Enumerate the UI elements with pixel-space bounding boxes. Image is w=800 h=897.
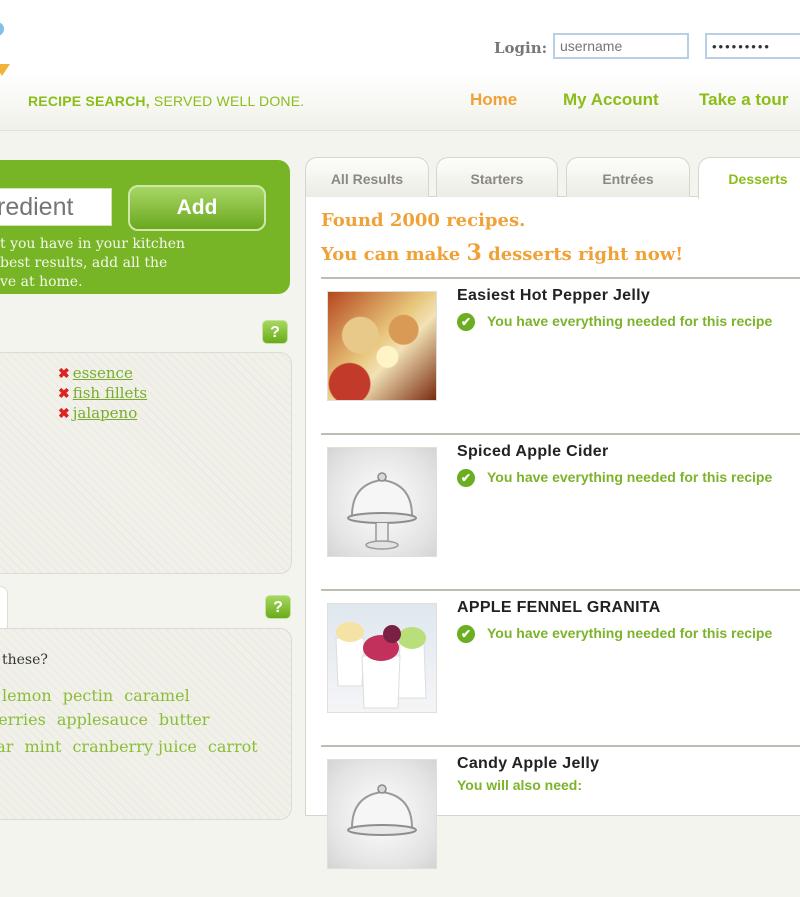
suggestion-link[interactable]: butter [159, 710, 210, 729]
recipe-status-text: You have everything needed for this reci… [487, 313, 773, 329]
search-help-line: ve at home. [0, 274, 83, 290]
recipe-result[interactable]: Easiest Hot Pepper Jelly ✔ You have every… [321, 277, 800, 429]
help-icon[interactable]: ? [265, 595, 291, 619]
password-input[interactable] [705, 33, 800, 59]
logo-accent-icon [0, 64, 10, 76]
cake-stand-icon [347, 472, 417, 550]
search-help-text: t you have in your kitchen best results,… [0, 235, 280, 292]
tagline: RECIPE SEARCH, SERVED WELL DONE. [28, 93, 304, 109]
recipe-result[interactable]: Spiced Apple Cider ✔ You have everything … [321, 433, 800, 585]
tab-entrees[interactable]: Entrées [566, 157, 690, 197]
recipe-thumbnail[interactable] [327, 447, 437, 557]
nav-account-link[interactable]: My Account [563, 90, 659, 110]
logo-icon [0, 22, 4, 36]
help-icon[interactable]: ? [262, 320, 288, 344]
suggestion-link[interactable]: cranberry juice [72, 737, 196, 756]
recipe-thumbnail[interactable] [327, 759, 437, 869]
suggestion-link[interactable]: gar [0, 737, 13, 756]
check-icon: ✔ [457, 313, 475, 332]
search-help-line: best results, add all the [0, 255, 168, 271]
tagline-rest: SERVED WELL DONE. [149, 93, 305, 109]
can-make-summary: You can make 3 desserts right now! [321, 240, 683, 266]
recipe-title[interactable]: Candy Apple Jelly [457, 755, 599, 773]
recipe-result[interactable]: Candy Apple Jelly You will also need: [321, 745, 800, 897]
ingredient-link[interactable]: jalapeno [73, 404, 138, 422]
check-icon: ✔ [457, 469, 475, 488]
recipe-status: You will also need: [457, 777, 582, 793]
recipe-status: ✔ You have everything needed for this rec… [457, 625, 773, 644]
header: RECIPE SEARCH, SERVED WELL DONE. Login: … [0, 0, 800, 131]
recipe-result[interactable]: APPLE FENNEL GRANITA ✔ You have everythin… [321, 589, 800, 741]
recipe-thumbnail[interactable] [327, 291, 437, 401]
suggestion-row: berries applesauce butter [0, 710, 220, 729]
recipe-status-text: You will also need: [457, 777, 582, 793]
ingredient-list: ✖ essence ✖ fish fillets ✖ jalapeno [58, 364, 147, 424]
can-make-suffix: desserts right now! [481, 244, 684, 265]
cake-stand-icon [347, 784, 417, 836]
remove-icon[interactable]: ✖ [58, 385, 70, 401]
suggestion-row: garmint cranberry juice carrot [0, 737, 269, 756]
recipe-thumbnail[interactable] [327, 603, 437, 713]
suggestion-link[interactable]: carrot [208, 737, 258, 756]
login-label: Login: [494, 39, 548, 57]
can-make-prefix: You can make [321, 244, 467, 265]
remove-icon[interactable]: ✖ [58, 365, 70, 381]
recipe-status-text: You have everything needed for this reci… [487, 625, 773, 641]
recipe-status: ✔ You have everything needed for this rec… [457, 469, 773, 488]
recipe-status: ✔ You have everything needed for this rec… [457, 313, 773, 332]
suggestion-link[interactable]: mint [24, 737, 61, 756]
ingredient-item: ✖ jalapeno [58, 404, 147, 424]
ingredient-link[interactable]: fish fillets [73, 384, 147, 402]
panel-tab[interactable] [0, 586, 8, 631]
suggestion-link[interactable]: lemon [2, 686, 52, 705]
tagline-bold: RECIPE SEARCH, [28, 93, 150, 109]
search-help-line: t you have in your kitchen [0, 236, 186, 252]
granita-cups-icon [335, 622, 427, 709]
suggestion-link[interactable]: pectin [63, 686, 114, 705]
add-ingredient-button[interactable]: Add [128, 185, 266, 231]
check-icon: ✔ [457, 625, 475, 644]
nav-home-link[interactable]: Home [470, 90, 517, 110]
can-make-count: 3 [466, 240, 482, 266]
ingredient-item: ✖ essence [58, 364, 147, 384]
recipe-title[interactable]: Easiest Hot Pepper Jelly [457, 287, 650, 305]
ingredient-link[interactable]: essence [73, 364, 133, 382]
remove-icon[interactable]: ✖ [58, 405, 70, 421]
tab-all-results[interactable]: All Results [305, 157, 429, 197]
results-count: Found 2000 recipes. [321, 210, 526, 231]
suggestions-question: these? [2, 652, 48, 668]
tab-starters[interactable]: Starters [436, 157, 558, 197]
suggestion-link[interactable]: applesauce [57, 710, 148, 729]
recipe-title[interactable]: APPLE FENNEL GRANITA [457, 599, 661, 617]
suggestion-row: lemon pectin caramel [2, 686, 201, 705]
recipe-status-text: You have everything needed for this reci… [487, 469, 773, 485]
tab-desserts[interactable]: Desserts [698, 157, 800, 199]
suggestion-link[interactable]: caramel [124, 686, 189, 705]
recipe-title[interactable]: Spiced Apple Cider [457, 443, 609, 461]
ingredient-input[interactable] [0, 188, 112, 226]
username-input[interactable] [553, 33, 689, 59]
suggestion-link[interactable]: berries [0, 710, 46, 729]
ingredient-item: ✖ fish fillets [58, 384, 147, 404]
nav-tour-link[interactable]: Take a tour [699, 90, 788, 110]
